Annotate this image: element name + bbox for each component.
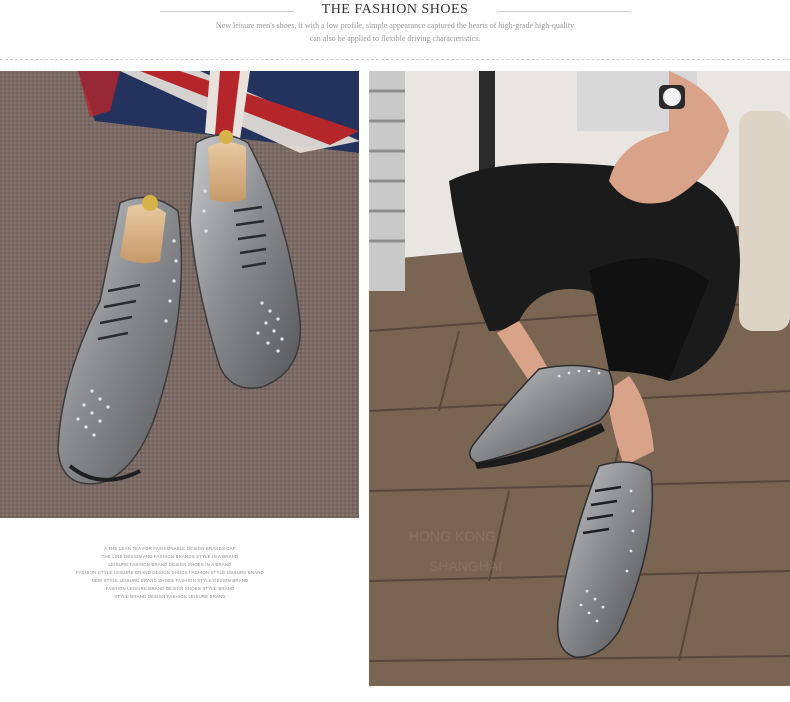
title-rule-right xyxy=(497,11,631,12)
subtitle-line-1: New leisure men's shoes, it with a low p… xyxy=(215,21,575,30)
caption-line: FASHION STYLE LEISURE BRAND DESIGN SHOES… xyxy=(76,570,264,575)
header-divider xyxy=(0,59,790,60)
caption-line: LEISURE FASHION BRAND DESIGN SHOES IN A … xyxy=(108,562,232,567)
caption-line: THE LINE DESIGN AND FASHION BRANDS STYLE… xyxy=(101,554,239,559)
man-wearing-shoes-photo: HONG KONG SHANGHAI xyxy=(369,71,790,686)
man-wearing-shoes-illustration: HONG KONG SHANGHAI xyxy=(369,71,790,686)
shoes-on-carpet-illustration xyxy=(57,71,359,485)
svg-text:HONG KONG: HONG KONG xyxy=(409,528,496,544)
caption-line: STYLE BRAND DESIGN FASHION LEISURE BRAND xyxy=(114,594,226,599)
caption-line: A THE LEAN TEA FOR FASHIONABLE DESIGN BR… xyxy=(104,546,236,551)
back-shoe xyxy=(189,130,302,389)
caption-text-block: A THE LEAN TEA FOR FASHIONABLE DESIGN BR… xyxy=(60,545,280,601)
caption-line: NEW STYLE LEISURE BRAND SHOES FASHION ST… xyxy=(91,578,249,583)
header: THE FASHION SHOES New leisure men's shoe… xyxy=(0,0,790,62)
shoes-on-carpet-photo xyxy=(0,71,359,518)
subtitle-line-2: can also be applied to flexible driving … xyxy=(309,34,481,43)
svg-text:SHANGHAI: SHANGHAI xyxy=(429,558,502,574)
page-title: THE FASHION SHOES xyxy=(321,2,469,17)
caption-line: FASHION LEISURE BRAND DESIGN SHOES STYLE… xyxy=(105,586,235,591)
front-shoe xyxy=(57,195,183,485)
